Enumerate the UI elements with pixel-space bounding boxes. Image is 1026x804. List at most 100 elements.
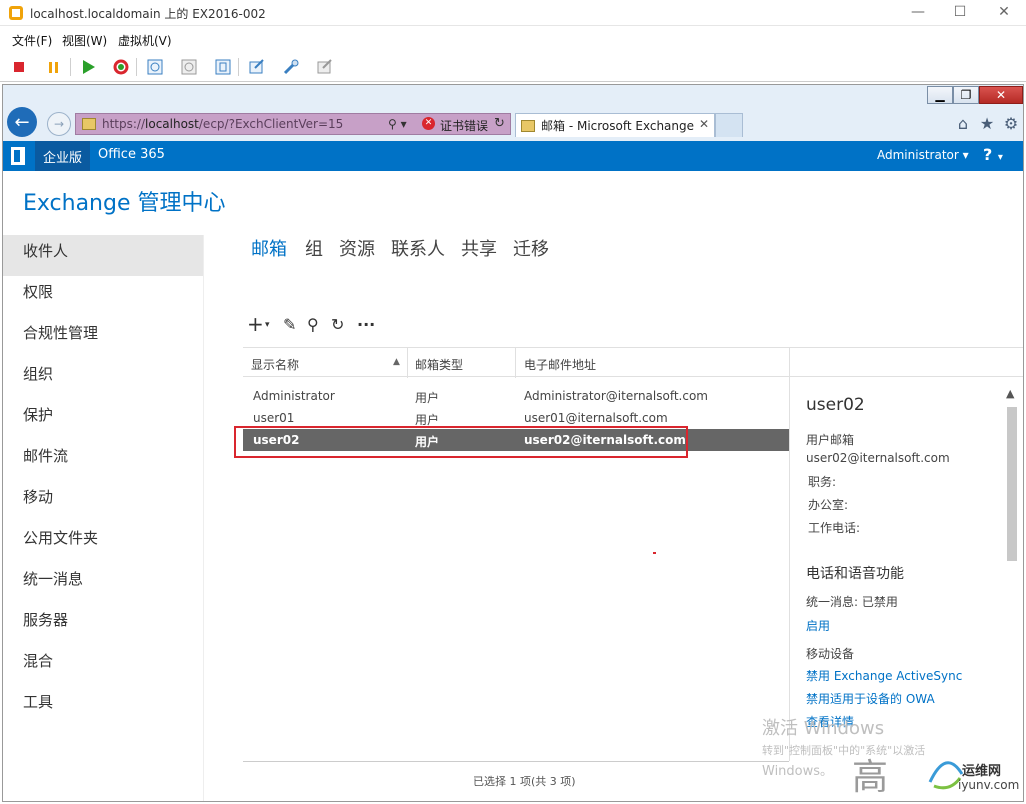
- activate-windows-line: 转到"控制面板"中的"系统"以激活: [762, 744, 926, 757]
- tab-close-icon[interactable]: ✕: [699, 117, 709, 131]
- revert-snapshot-icon[interactable]: [178, 57, 200, 77]
- activate-windows-title: 激活 Windows: [762, 718, 885, 739]
- ie-restore-icon[interactable]: ❐: [953, 86, 979, 104]
- nav-item-compliance[interactable]: 合规性管理: [3, 317, 203, 358]
- help-icon: ?: [983, 145, 993, 164]
- details-mobile-section: 移动设备: [806, 647, 855, 661]
- vm-window-title: localhost.localdomain 上的 EX2016-002: [30, 7, 266, 21]
- snapshot-manager-icon[interactable]: [212, 57, 234, 77]
- scroll-up-icon[interactable]: ▲: [1006, 387, 1014, 400]
- details-title-label: 职务:: [808, 475, 837, 489]
- details-phone-label: 工作电话:: [808, 521, 861, 535]
- nav-item-recipients[interactable]: 收件人: [3, 235, 203, 276]
- nav-item-permissions[interactable]: 权限: [3, 276, 203, 317]
- cert-error-icon: ✕: [422, 117, 435, 130]
- maximize-icon[interactable]: ☐: [950, 3, 970, 21]
- selection-status: 已选择 1 项(共 3 项): [473, 775, 576, 788]
- disable-eas-link[interactable]: 禁用 Exchange ActiveSync: [806, 667, 962, 684]
- tab-favicon-icon: [521, 119, 535, 132]
- add-icon[interactable]: +: [247, 312, 264, 336]
- menu-file[interactable]: 文件(F): [12, 32, 52, 49]
- nav-item-mail-flow[interactable]: 邮件流: [3, 440, 203, 481]
- search-icon[interactable]: ⚲: [307, 315, 319, 334]
- pause-icon[interactable]: [42, 57, 64, 77]
- chevron-down-icon[interactable]: ▾: [265, 320, 270, 330]
- top-navigation-bar: 企业版 Office 365 Administrator ▾ ? ▾: [3, 141, 1023, 171]
- nav-item-protection[interactable]: 保护: [3, 399, 203, 440]
- details-email: user02@iternalsoft.com: [806, 451, 950, 465]
- refresh-icon[interactable]: ↻: [494, 116, 505, 131]
- vm-settings-icon[interactable]: [246, 57, 268, 77]
- table-footer-divider: [243, 761, 789, 762]
- ie-chrome: ▁ ❐ ✕ ← → https://localhost/ecp/?ExchCli…: [3, 85, 1023, 141]
- tab-contacts[interactable]: 联系人: [391, 235, 445, 261]
- left-navigation: 收件人 权限 合规性管理 组织 保护 邮件流 移动 公用文件夹 统一消息 服务器…: [3, 235, 203, 727]
- nav-item-hybrid[interactable]: 混合: [3, 645, 203, 686]
- chevron-down-icon: ▾: [997, 152, 1003, 163]
- browser-tab[interactable]: 邮箱 - Microsoft Exchange ✕: [515, 113, 715, 137]
- cell-mailbox-type: 用户: [415, 391, 440, 405]
- edit-settings-icon[interactable]: [314, 57, 336, 77]
- address-bar[interactable]: https://localhost/ecp/?ExchClientVer=15 …: [75, 113, 511, 135]
- nav-item-tools[interactable]: 工具: [3, 686, 203, 727]
- home-icon[interactable]: ⌂: [953, 114, 973, 134]
- office365-link[interactable]: Office 365: [98, 147, 165, 162]
- scrollbar-thumb[interactable]: [1007, 407, 1017, 561]
- gear-icon[interactable]: ⚙: [1001, 114, 1021, 134]
- help-menu[interactable]: ? ▾: [983, 145, 1003, 164]
- page-favicon-icon: [82, 118, 96, 130]
- vm-toolbar: [0, 52, 1026, 82]
- site-url: iyunv.com: [958, 778, 1020, 792]
- refresh-icon[interactable]: ↻: [331, 315, 344, 334]
- stop-icon[interactable]: [8, 57, 30, 77]
- site-watermark-glyph: 高: [852, 757, 889, 798]
- tools-icon[interactable]: [280, 57, 302, 77]
- details-office-label: 办公室:: [808, 498, 849, 512]
- menu-vm[interactable]: 虚拟机(V): [118, 32, 172, 49]
- vm-titlebar: localhost.localdomain 上的 EX2016-002 — ☐ …: [0, 0, 1026, 26]
- details-voice-section: 电话和语音功能: [806, 566, 904, 582]
- table-row[interactable]: Administrator 用户 Administrator@iternalso…: [243, 385, 789, 407]
- minimize-icon[interactable]: —: [908, 3, 928, 21]
- menu-view[interactable]: 视图(W): [62, 32, 107, 49]
- snapshot-icon[interactable]: [144, 57, 166, 77]
- tab-resources[interactable]: 资源: [339, 235, 375, 261]
- details-header: [790, 347, 1023, 377]
- user-menu[interactable]: Administrator ▾: [877, 148, 969, 162]
- nav-item-servers[interactable]: 服务器: [3, 604, 203, 645]
- nav-item-unified-messaging[interactable]: 统一消息: [3, 563, 203, 604]
- new-tab-button[interactable]: [715, 113, 743, 137]
- nav-item-organization[interactable]: 组织: [3, 358, 203, 399]
- search-icon[interactable]: ⚲ ▾: [388, 117, 407, 131]
- column-mailbox-type[interactable]: 邮箱类型: [415, 356, 463, 373]
- more-icon[interactable]: ···: [357, 315, 375, 334]
- edit-pencil-icon[interactable]: ✎: [283, 315, 296, 334]
- details-mailbox-type: 用户邮箱: [806, 433, 855, 447]
- tab-migration[interactable]: 迁移: [513, 235, 549, 261]
- details-scrollbar[interactable]: ▲: [1004, 387, 1020, 757]
- highlight-box: [234, 426, 688, 458]
- nav-divider: [203, 235, 204, 801]
- play-icon[interactable]: [78, 57, 100, 77]
- ie-close-icon[interactable]: ✕: [979, 86, 1023, 104]
- ie-minimize-icon[interactable]: ▁: [927, 86, 953, 104]
- forward-icon[interactable]: →: [47, 112, 71, 136]
- tab-groups[interactable]: 组: [305, 235, 323, 261]
- cert-error-label[interactable]: 证书错误: [440, 117, 488, 134]
- table-header: 显示名称 ▲ 邮箱类型 电子邮件地址: [243, 347, 789, 378]
- column-email[interactable]: 电子邮件地址: [524, 356, 596, 373]
- sort-ascending-icon: ▲: [393, 357, 400, 367]
- column-display-name[interactable]: 显示名称: [251, 356, 299, 373]
- favorites-star-icon[interactable]: ★: [977, 114, 997, 134]
- enable-um-link[interactable]: 启用: [806, 617, 830, 634]
- activate-windows-line2: Windows。: [762, 764, 834, 779]
- tab-shared[interactable]: 共享: [461, 235, 497, 261]
- reset-icon[interactable]: [110, 57, 132, 77]
- enterprise-tab[interactable]: 企业版: [35, 141, 91, 171]
- back-icon[interactable]: ←: [7, 107, 37, 137]
- tab-mailboxes[interactable]: 邮箱: [251, 235, 287, 261]
- disable-owa-link[interactable]: 禁用适用于设备的 OWA: [806, 690, 935, 707]
- nav-item-mobile[interactable]: 移动: [3, 481, 203, 522]
- close-icon[interactable]: ✕: [994, 3, 1014, 21]
- nav-item-public-folders[interactable]: 公用文件夹: [3, 522, 203, 563]
